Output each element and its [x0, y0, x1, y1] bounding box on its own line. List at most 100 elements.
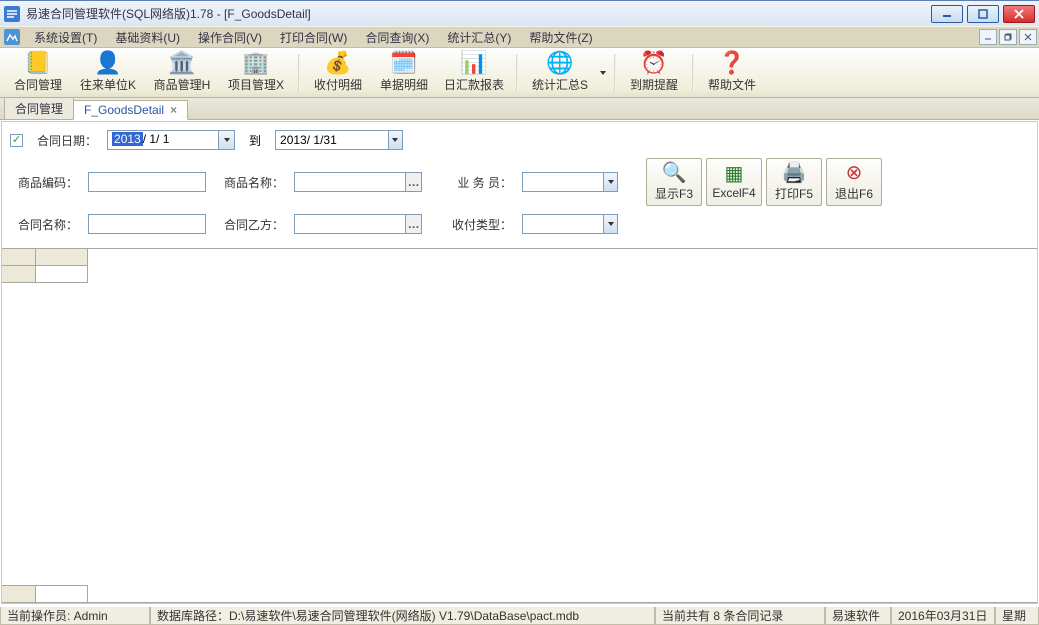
mdi-restore-button[interactable] [999, 29, 1017, 45]
contract-name-input[interactable] [88, 214, 206, 234]
exit-button[interactable]: ⊗退出F6 [826, 158, 882, 206]
tab-strip: 合同管理 F_GoodsDetail × [0, 98, 1039, 120]
status-count: 当前共有 8 条合同记录 [655, 607, 825, 625]
toolbar-contract-manage[interactable]: 📒合同管理 [6, 51, 70, 95]
content-area: 合同日期： 2013/ 1/ 1 到 商品编码： 商品名称： … 业 务 员： [1, 121, 1038, 604]
menubar: 系统设置(T) 基础资料(U) 操作合同(V) 打印合同(W) 合同查询(X) … [0, 26, 1039, 48]
toolbar-bill-detail[interactable]: 🗓️ 单据明细 [372, 51, 436, 95]
ellipsis-button[interactable]: … [405, 173, 421, 191]
date-to-label: 到 [249, 132, 261, 149]
toolbar-expiry-remind[interactable]: ⏰ 到期提醒 [622, 51, 686, 95]
toolbar-separator [516, 54, 518, 92]
grid-footer-header [2, 585, 36, 602]
dropdown-arrow-icon[interactable] [388, 131, 402, 149]
date-from-rest: / 1/ 1 [143, 132, 170, 146]
clerk-input[interactable] [523, 173, 603, 191]
party-b-input[interactable] [295, 215, 405, 233]
grid-col-header[interactable] [36, 249, 88, 266]
status-operator: 当前操作员: Admin [0, 607, 150, 625]
grid-row-header[interactable] [2, 266, 36, 283]
toolbar-icon: 👤 [94, 52, 121, 74]
type-input[interactable] [523, 215, 603, 233]
clerk-combo[interactable] [522, 172, 618, 192]
tab-label: 合同管理 [15, 102, 63, 116]
dropdown-arrow-icon[interactable] [218, 131, 234, 149]
type-combo[interactable] [522, 214, 618, 234]
date-to-input[interactable] [276, 131, 388, 149]
date-checkbox[interactable] [10, 134, 23, 147]
toolbar-separator [614, 54, 616, 92]
maximize-button[interactable] [967, 5, 999, 23]
tab-contract-manage[interactable]: 合同管理 [4, 97, 74, 119]
toolbar-goods-manage[interactable]: 🏛️商品管理H [146, 51, 218, 95]
menubar-icon [4, 29, 20, 45]
toolbar-daily-report[interactable]: 📊 日汇款报表 [438, 51, 510, 95]
minimize-button[interactable] [931, 5, 963, 23]
toolbar-icon: 🗓️ [390, 52, 417, 74]
print-button[interactable]: 🖨️打印F5 [766, 158, 822, 206]
menu-print-contract[interactable]: 打印合同(W) [272, 27, 355, 48]
dropdown-arrow-icon[interactable] [603, 215, 617, 233]
status-dbpath: 数据库路径：D:\易速软件\易速合同管理软件(网络版) V1.79\DataBa… [150, 607, 655, 625]
toolbar-icon: 🏛️ [168, 52, 195, 74]
toolbar-help[interactable]: ❓帮助文件 [700, 51, 764, 95]
mdi-minimize-button[interactable] [979, 29, 997, 45]
toolbar-icon: 🏢 [242, 52, 269, 74]
toolbar-icon: ❓ [718, 52, 745, 74]
toolbar-payment-detail[interactable]: 💰收付明细 [306, 51, 370, 95]
exit-button-label: 退出F6 [835, 185, 873, 202]
ellipsis-button[interactable]: … [405, 215, 421, 233]
statusbar: 当前操作员: Admin 数据库路径：D:\易速软件\易速合同管理软件(网络版)… [0, 605, 1039, 625]
date-to-combo[interactable] [275, 130, 403, 150]
dropdown-arrow-icon[interactable] [603, 173, 617, 191]
toolbar-label: 日汇款报表 [444, 76, 504, 93]
data-grid[interactable] [2, 248, 1037, 603]
mdi-close-button[interactable] [1019, 29, 1037, 45]
tab-label: F_GoodsDetail [84, 103, 164, 117]
show-button-label: 显示F3 [655, 185, 693, 202]
date-from-combo[interactable]: 2013/ 1/ 1 [107, 130, 235, 150]
party-b-picker[interactable]: … [294, 214, 422, 234]
show-button[interactable]: 🔍显示F3 [646, 158, 702, 206]
excel-button-label: ExcelF4 [712, 186, 755, 200]
clerk-label: 业 务 员： [432, 174, 512, 191]
grid-cell[interactable] [36, 266, 88, 283]
type-label: 收付类型： [432, 216, 512, 233]
toolbar-label: 到期提醒 [630, 76, 678, 93]
toolbar-icon: 📊 [460, 52, 487, 74]
menu-operate-contract[interactable]: 操作合同(V) [190, 27, 270, 48]
contract-name-label: 合同名称： [10, 216, 78, 233]
goods-code-input[interactable] [88, 172, 206, 192]
toolbar-label: 收付明细 [314, 76, 362, 93]
grid-corner[interactable] [2, 249, 36, 266]
toolbar-dropdown-arrow[interactable] [598, 69, 608, 77]
toolbar-statistics[interactable]: 🌐统计汇总S [524, 51, 596, 95]
contract-date-label: 合同日期： [37, 132, 97, 149]
goods-name-input[interactable] [295, 173, 405, 191]
menu-basic-data[interactable]: 基础资料(U) [107, 27, 188, 48]
excel-button[interactable]: ▦ExcelF4 [706, 158, 762, 206]
party-b-label: 合同乙方： [216, 216, 284, 233]
goods-name-picker[interactable]: … [294, 172, 422, 192]
toolbar-label: 合同管理 [14, 76, 62, 93]
goods-name-label: 商品名称： [216, 174, 284, 191]
status-date: 2016年03月31日 [891, 607, 995, 625]
toolbar-label: 往来单位K [80, 76, 136, 93]
status-weekday: 星期 [995, 607, 1039, 625]
menu-help[interactable]: 帮助文件(Z) [521, 27, 600, 48]
menu-statistics[interactable]: 统计汇总(Y) [439, 27, 519, 48]
menu-system[interactable]: 系统设置(T) [26, 27, 105, 48]
close-button[interactable] [1003, 5, 1035, 23]
toolbar-company[interactable]: 👤 往来单位K [72, 51, 144, 95]
titlebar: 易速合同管理软件(SQL网络版)1.78 - [F_GoodsDetail] [0, 0, 1039, 26]
toolbar-label: 单据明细 [380, 76, 428, 93]
toolbar-project-manage[interactable]: 🏢项目管理X [220, 51, 292, 95]
tab-close-icon[interactable]: × [170, 103, 177, 117]
tab-goods-detail[interactable]: F_GoodsDetail × [73, 100, 188, 120]
toolbar-separator [692, 54, 694, 92]
grid-footer-cell [36, 585, 88, 602]
toolbar-icon: ⏰ [640, 52, 667, 74]
toolbar-icon: 🌐 [546, 52, 573, 74]
menu-query-contract[interactable]: 合同查询(X) [357, 27, 437, 48]
toolbar: 📒合同管理 👤 往来单位K 🏛️商品管理H🏢项目管理X 💰收付明细 🗓️ 单据明细 📊 日汇款报… [0, 48, 1039, 98]
